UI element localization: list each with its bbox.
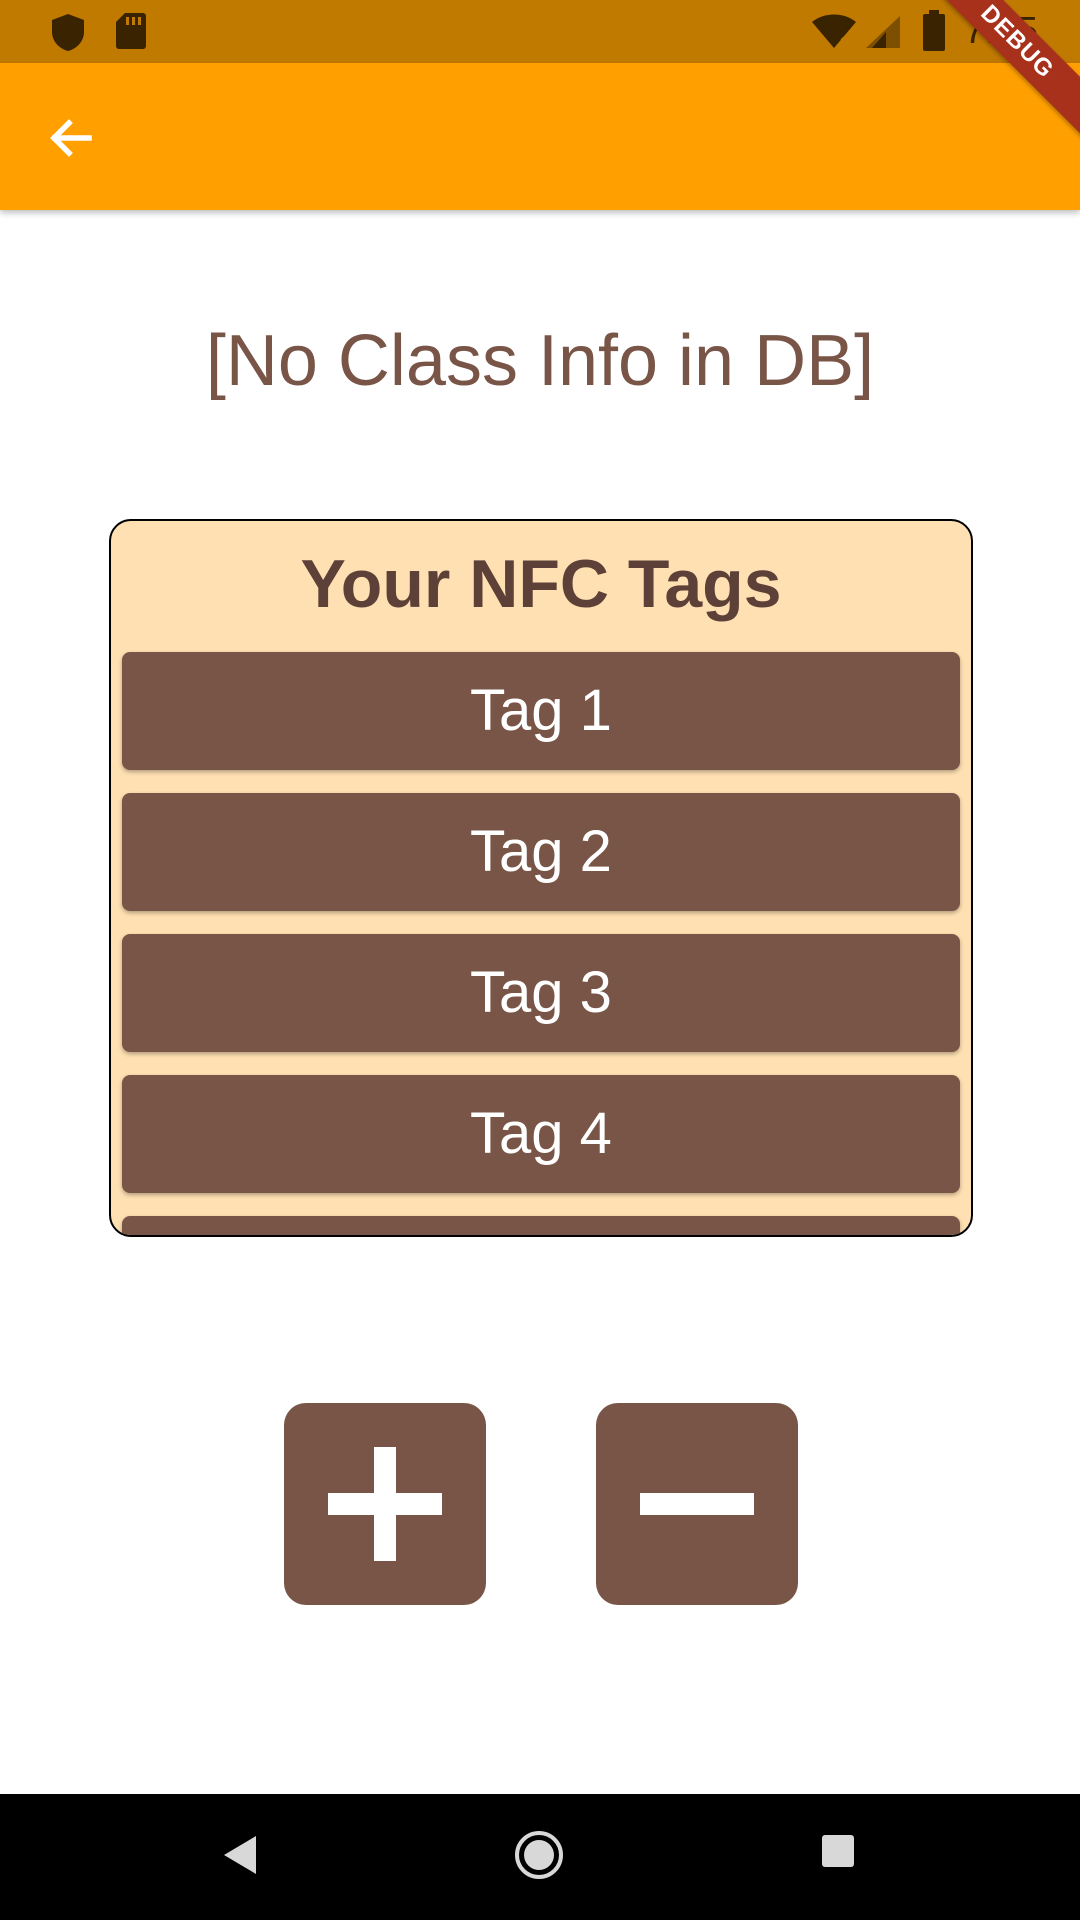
system-nav-bar	[0, 1794, 1080, 1920]
sd-card-icon	[115, 12, 147, 55]
battery-icon	[922, 10, 946, 57]
tag-button-3[interactable]: Tag 3	[122, 934, 960, 1052]
tag-list[interactable]: Tag 1 Tag 2 Tag 3 Tag 4	[122, 652, 960, 1235]
tag-button-4[interactable]: Tag 4	[122, 1075, 960, 1193]
nav-back-button[interactable]	[222, 1834, 258, 1881]
tag-button-2[interactable]: Tag 2	[122, 793, 960, 911]
back-triangle-icon	[224, 1836, 256, 1874]
wifi-icon	[810, 14, 858, 55]
minus-icon	[640, 1493, 754, 1515]
class-info-text: [No Class Info in DB]	[205, 321, 875, 401]
nav-home-button[interactable]	[514, 1830, 564, 1885]
app-bar	[0, 63, 1080, 210]
nfc-tags-panel[interactable]: Your NFC Tags Tag 1 Tag 2 Tag 3 Tag 4	[109, 519, 973, 1237]
home-circle-icon	[515, 1831, 563, 1879]
arrow-back-icon	[50, 119, 92, 157]
tag-button-1[interactable]: Tag 1	[122, 652, 960, 770]
status-bar: 7:15	[0, 0, 1080, 63]
add-tag-button[interactable]	[284, 1403, 486, 1605]
remove-tag-button[interactable]	[596, 1403, 798, 1605]
panel-title: Your NFC Tags	[300, 546, 782, 622]
tag-button-5[interactable]	[122, 1216, 960, 1235]
signal-icon	[864, 14, 902, 55]
nav-recents-button[interactable]	[821, 1834, 855, 1873]
recents-square-icon	[822, 1835, 854, 1867]
plus-icon	[328, 1447, 442, 1561]
back-button[interactable]	[45, 113, 95, 163]
shield-icon	[50, 12, 86, 57]
